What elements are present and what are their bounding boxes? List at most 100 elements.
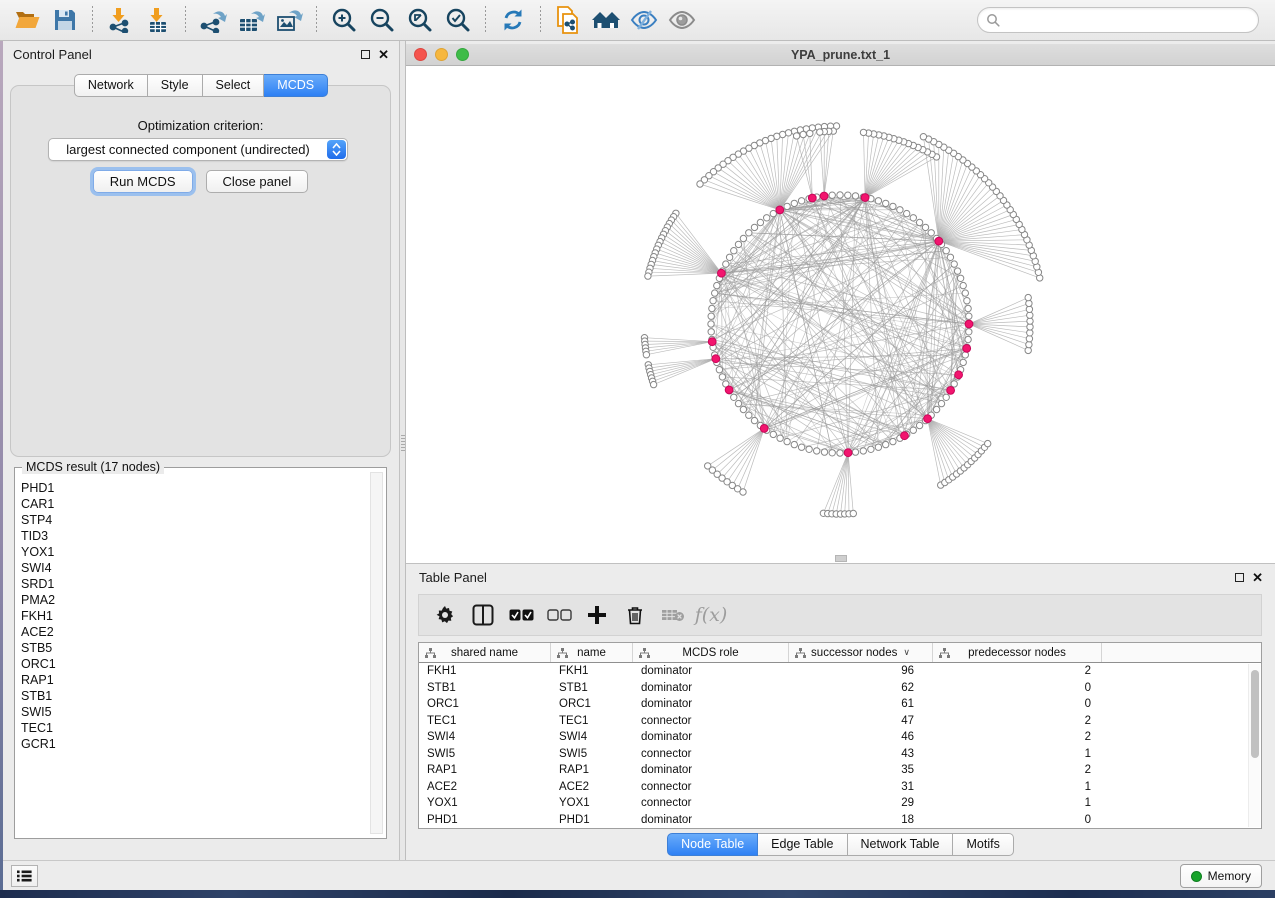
table-cell: 35: [789, 764, 933, 776]
table-row[interactable]: YOX1YOX1connector291: [419, 795, 1261, 812]
toolbar-separator: [316, 6, 317, 34]
column-header-predecessor-nodes[interactable]: predecessor nodes: [933, 643, 1102, 662]
tab-mcds[interactable]: MCDS: [264, 74, 328, 97]
result-list-item[interactable]: GCR1: [21, 736, 366, 752]
run-mcds-button[interactable]: Run MCDS: [93, 170, 193, 193]
save-session-button[interactable]: [48, 3, 82, 37]
table-settings-button[interactable]: [428, 598, 462, 632]
close-traffic-light[interactable]: [414, 48, 427, 61]
result-list-item[interactable]: FKH1: [21, 608, 366, 624]
delete-table-icon: [661, 608, 685, 622]
table-row[interactable]: STB1STB1dominator620: [419, 680, 1261, 697]
table-scrollbar[interactable]: [1248, 664, 1260, 827]
create-column-button[interactable]: [580, 598, 614, 632]
result-list-item[interactable]: YOX1: [21, 544, 366, 560]
result-list-item[interactable]: TEC1: [21, 720, 366, 736]
shared-column-icon: [939, 648, 950, 658]
table-cell: dominator: [633, 682, 789, 694]
table-tab-edge-table[interactable]: Edge Table: [758, 833, 847, 856]
float-table-panel-icon[interactable]: [1235, 573, 1244, 582]
table-panel: Table Panel ✕: [406, 563, 1275, 860]
open-file-button[interactable]: [10, 3, 44, 37]
result-list-item[interactable]: STB5: [21, 640, 366, 656]
zoom-out-button[interactable]: [365, 3, 399, 37]
table-row[interactable]: SWI5SWI5connector431: [419, 746, 1261, 763]
result-list-item[interactable]: RAP1: [21, 672, 366, 688]
tab-select[interactable]: Select: [203, 74, 265, 97]
table-scrollbar-thumb[interactable]: [1251, 670, 1259, 758]
table-cell: dominator: [633, 764, 789, 776]
table-cell: TEC1: [551, 715, 633, 727]
result-list-item[interactable]: STP4: [21, 512, 366, 528]
export-image-button[interactable]: [272, 3, 306, 37]
minimize-traffic-light[interactable]: [435, 48, 448, 61]
task-list-icon: [17, 870, 32, 882]
result-list-item[interactable]: SWI4: [21, 560, 366, 576]
result-list-item[interactable]: SRD1: [21, 576, 366, 592]
zoom-in-button[interactable]: [327, 3, 361, 37]
table-cell: 31: [789, 781, 933, 793]
table-tab-node-table[interactable]: Node Table: [667, 833, 758, 856]
column-header-MCDS-role[interactable]: MCDS role: [633, 643, 789, 662]
hide-all-columns-button[interactable]: [542, 598, 576, 632]
maximize-traffic-light[interactable]: [456, 48, 469, 61]
table-row[interactable]: SWI4SWI4dominator462: [419, 729, 1261, 746]
close-table-panel-icon[interactable]: ✕: [1252, 571, 1263, 584]
network-titlebar[interactable]: YPA_prune.txt_1: [406, 44, 1275, 66]
network-canvas[interactable]: [406, 66, 1275, 563]
shared-column-icon: [425, 648, 436, 658]
float-panel-icon[interactable]: [361, 50, 370, 59]
table-cell: 2: [933, 715, 1102, 727]
home-button[interactable]: [589, 3, 623, 37]
table-row[interactable]: PHD1PHD1dominator180: [419, 812, 1261, 829]
split-view-button[interactable]: [466, 598, 500, 632]
column-header-shared-name[interactable]: shared name: [419, 643, 551, 662]
task-history-button[interactable]: [11, 865, 38, 887]
search-input[interactable]: [1001, 10, 1258, 30]
memory-button[interactable]: Memory: [1180, 864, 1262, 888]
show-graphics-details-button[interactable]: [665, 3, 699, 37]
shared-column-icon: [557, 648, 568, 658]
horizontal-splitter-grip[interactable]: [835, 555, 847, 562]
result-list-item[interactable]: PMA2: [21, 592, 366, 608]
table-row[interactable]: RAP1RAP1dominator352: [419, 762, 1261, 779]
zoom-selected-button[interactable]: [441, 3, 475, 37]
result-list-item[interactable]: STB1: [21, 688, 366, 704]
toolbar-separator: [485, 6, 486, 34]
result-list-scrollbar[interactable]: [370, 472, 383, 834]
table-row[interactable]: TEC1TEC1connector472: [419, 713, 1261, 730]
zoom-fit-button[interactable]: [403, 3, 437, 37]
table-row[interactable]: FKH1FKH1dominator962: [419, 663, 1261, 680]
result-list-item[interactable]: SWI5: [21, 704, 366, 720]
column-header-successor-nodes[interactable]: successor nodes∨: [789, 643, 933, 662]
import-network-icon: [107, 7, 133, 33]
table-tab-motifs[interactable]: Motifs: [953, 833, 1013, 856]
table-cell: RAP1: [551, 764, 633, 776]
table-cell: ORC1: [419, 698, 551, 710]
result-list-item[interactable]: ACE2: [21, 624, 366, 640]
table-row[interactable]: ORC1ORC1dominator610: [419, 696, 1261, 713]
table-cell: ORC1: [551, 698, 633, 710]
table-tab-network-table[interactable]: Network Table: [848, 833, 954, 856]
export-network-button[interactable]: [196, 3, 230, 37]
clone-network-button[interactable]: [551, 3, 585, 37]
export-table-button[interactable]: [234, 3, 268, 37]
column-header-name[interactable]: name: [551, 643, 633, 662]
result-list-item[interactable]: ORC1: [21, 656, 366, 672]
close-panel-button[interactable]: Close panel: [206, 170, 309, 193]
tab-style[interactable]: Style: [148, 74, 203, 97]
delete-columns-button[interactable]: [618, 598, 652, 632]
table-toolbar: f(x): [418, 594, 1262, 636]
hide-graphics-details-button[interactable]: [627, 3, 661, 37]
show-all-columns-button[interactable]: [504, 598, 538, 632]
result-list-item[interactable]: CAR1: [21, 496, 366, 512]
optimization-select[interactable]: largest connected component (undirected): [48, 138, 348, 161]
table-row[interactable]: ACE2ACE2connector311: [419, 779, 1261, 796]
import-table-button[interactable]: [141, 3, 175, 37]
close-panel-icon[interactable]: ✕: [378, 48, 389, 61]
refresh-button[interactable]: [496, 3, 530, 37]
tab-network[interactable]: Network: [74, 74, 148, 97]
result-list-item[interactable]: PHD1: [21, 480, 366, 496]
import-network-button[interactable]: [103, 3, 137, 37]
result-list-item[interactable]: TID3: [21, 528, 366, 544]
